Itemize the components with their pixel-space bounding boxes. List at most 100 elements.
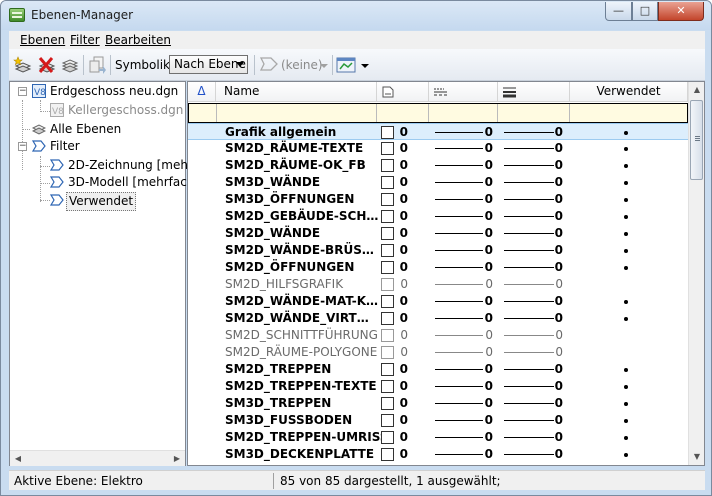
used-indicator [624,300,628,304]
color-filter-input[interactable] [377,104,429,122]
menu-bearbeiten[interactable]: Bearbeiten [105,33,171,47]
used-indicator [624,453,628,457]
level-row[interactable]: SM2D_TREPPEN-UMRISS 0 0 0 [188,429,688,446]
delete-level-icon[interactable] [37,55,57,75]
sort-indicator-column[interactable]: Δ [188,82,216,102]
filter-funnel-icon[interactable] [259,55,279,75]
level-row[interactable]: SM2D_SCHNITTFÜHRUNG 0 0 0 [188,327,688,344]
minimize-button[interactable]: — [605,2,632,21]
copy-level-icon[interactable] [87,55,107,75]
color-swatch[interactable] [381,142,394,155]
symbology-select[interactable]: Nach Ebene [169,55,248,74]
filter-cell[interactable] [189,104,217,122]
color-swatch[interactable] [381,176,394,189]
level-row[interactable]: SM2D_RÄUME-TEXTE 0 0 0 [188,140,688,157]
color-swatch[interactable] [381,363,394,376]
line-style-sample [435,267,483,268]
line-style-sample [435,250,483,251]
level-row[interactable]: Grafik allgemein 0 0 0 [188,123,688,140]
scroll-right-icon[interactable]: ▶ [169,451,185,467]
name-column-header[interactable]: Name [216,82,377,102]
level-stack-icon[interactable] [60,55,80,75]
color-swatch[interactable] [381,244,394,257]
used-indicator [624,266,628,270]
used-column-header[interactable]: Verwendet [570,82,688,102]
tree-connector [40,166,50,167]
level-row[interactable]: SM2D_TREPPEN 0 0 0 [188,361,688,378]
menu-ebenen[interactable]: Ebenen [20,33,65,47]
line-style-sample [435,352,483,353]
color-swatch[interactable] [381,312,394,325]
color-swatch[interactable] [381,261,394,274]
tree-collapse-toggle[interactable]: − [18,142,27,151]
style-filter-input[interactable] [429,104,498,122]
color-column-header[interactable] [377,82,429,102]
scroll-down-icon[interactable]: ▼ [689,449,704,465]
level-row[interactable]: SM2D_WÄNDE 0 0 0 [188,225,688,242]
line-style-sample [435,301,483,302]
level-list[interactable]: Δ Name Verwendet Grafik allgemein 0 0 0 … [187,81,705,466]
tree-horizontal-scrollbar[interactable]: ◀ ▶ [10,450,185,466]
level-row[interactable]: SM2D_RÄUME-POLYGONE 0 0 0 [188,344,688,361]
level-color: 0 [399,396,408,410]
level-row[interactable]: SM2D_HILFSGRAFIK 0 0 0 [188,276,688,293]
close-button[interactable]: ✕ [658,2,704,21]
chevron-down-icon[interactable] [319,55,329,75]
level-row[interactable]: SM3D_WÄNDE 0 0 0 [188,174,688,191]
color-swatch[interactable] [381,210,394,223]
level-row[interactable]: SM2D_GEBÄUDE-SCH… 0 0 0 [188,208,688,225]
level-row[interactable]: SM2D_ÖFFNUNGEN 0 0 0 [188,259,688,276]
color-swatch[interactable] [381,295,394,308]
line-weight-sample [504,267,554,268]
level-color: 0 [400,345,408,359]
new-level-icon[interactable] [13,55,33,75]
scroll-left-icon[interactable]: ◀ [10,451,26,467]
color-swatch[interactable] [381,159,394,172]
scroll-up-icon[interactable]: ▲ [689,82,704,98]
level-row[interactable]: SM2D_WÄNDE-BRÜS… 0 0 0 [188,242,688,259]
color-swatch[interactable] [381,193,394,206]
level-weight: 0 [554,379,563,393]
level-color: 0 [399,379,408,393]
level-name: SM2D_RÄUME-OK_FB [225,158,366,172]
color-swatch[interactable] [381,346,394,359]
color-swatch[interactable] [381,397,394,410]
line-weight-column-header[interactable] [498,82,570,102]
name-filter-input[interactable] [217,104,377,122]
filter-icon [50,194,64,206]
line-style-sample [435,233,483,234]
level-weight: 0 [554,430,563,444]
level-display-icon[interactable] [336,55,356,75]
color-swatch[interactable] [381,329,394,342]
level-row[interactable]: SM3D_FUSSBODEN 0 0 0 [188,412,688,429]
color-swatch[interactable] [381,414,394,427]
level-row[interactable]: SM2D_RÄUME-OK_FB 0 0 0 [188,157,688,174]
chevron-down-icon[interactable] [359,55,371,75]
line-style-column-header[interactable] [429,82,498,102]
level-row[interactable]: SM3D_ÖFFNUNGEN 0 0 0 [188,191,688,208]
level-name: SM3D_WÄNDE [225,175,321,189]
level-tree[interactable]: − V8 Erdgeschoss neu.dgn V8 Kellergescho… [9,81,200,466]
filter-value[interactable]: (keine) [281,58,323,72]
level-row[interactable]: SM2D_WÄNDE_VIRT… 0 0 0 [188,310,688,327]
level-row[interactable]: SM3D_TREPPEN 0 0 0 [188,395,688,412]
level-row[interactable]: SM2D_TREPPEN-TEXTE 0 0 0 [188,378,688,395]
color-swatch[interactable] [381,380,394,393]
column-filter-row[interactable] [188,103,688,123]
level-row[interactable]: SM2D_WÄNDE-MAT-K… 0 0 0 [188,293,688,310]
scroll-thumb[interactable] [690,100,703,180]
level-row[interactable]: SM3D_DECKENPLATTE 0 0 0 [188,446,688,463]
color-swatch[interactable] [381,227,394,240]
weight-filter-input[interactable] [498,104,570,122]
menu-filter[interactable]: Filter [70,33,100,47]
line-weight-sample [504,454,554,455]
maximize-button[interactable]: □ [632,2,658,21]
level-color: 0 [399,209,408,223]
color-swatch[interactable] [381,448,394,461]
color-swatch[interactable] [381,126,394,139]
color-swatch[interactable] [381,278,394,291]
tree-collapse-toggle[interactable]: − [18,87,27,96]
list-vertical-scrollbar[interactable]: ▲ ▼ [688,82,704,465]
title-bar[interactable]: Ebenen-Manager — □ ✕ [1,1,711,30]
color-swatch[interactable] [381,431,394,444]
